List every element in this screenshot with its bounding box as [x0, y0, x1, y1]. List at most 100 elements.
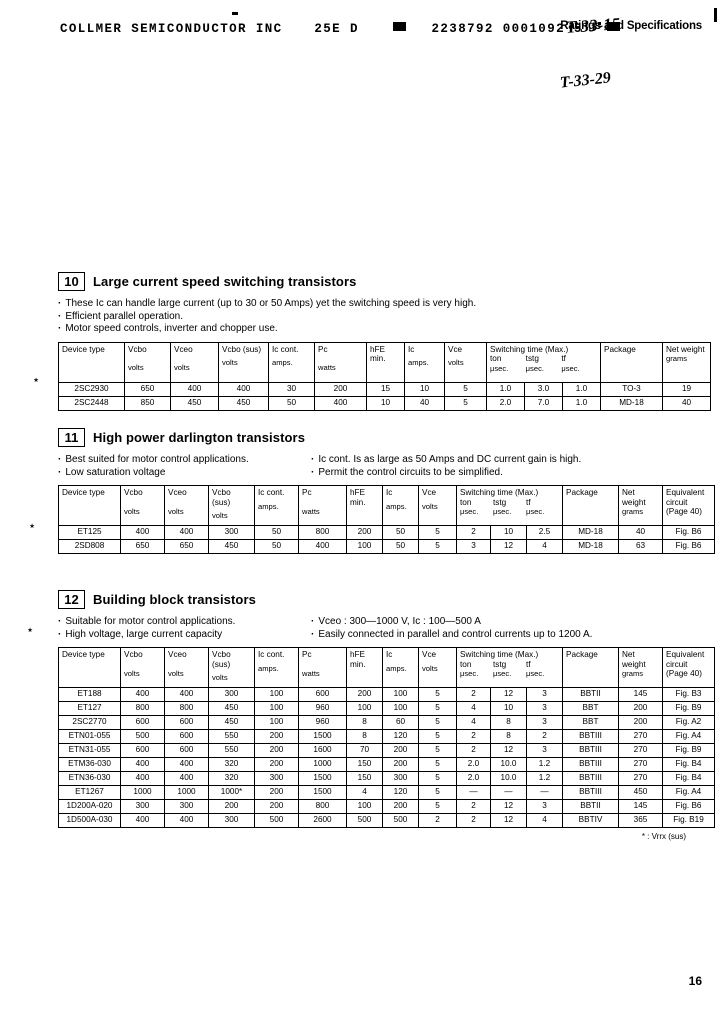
section-11-table-body: ET125 400 400 300 50 800 200 50 5 2 10 2…: [58, 525, 715, 555]
cell-vcbo-sus: 320: [208, 757, 255, 773]
cell-package: BBTIV: [562, 813, 619, 829]
bullet-item: Suitable for motor control applications.: [58, 616, 311, 629]
cell-ic-cont: 50: [254, 525, 299, 541]
section-12-title: Building block transistors: [93, 592, 256, 607]
cell-equiv: Fig. B6: [662, 539, 715, 555]
col-net-weight: Net weight grams: [662, 342, 711, 383]
section-11-number: 11: [58, 428, 85, 447]
col-net-weight: Net weight grams: [618, 647, 663, 689]
cell-vce: 5: [418, 757, 457, 773]
cell-vce: 5: [418, 729, 457, 745]
cell-vcbo-sus: 550: [208, 729, 255, 745]
cell-tf: 3: [526, 715, 563, 731]
cell-ic-cont: 200: [254, 799, 299, 815]
section-12-number: 12: [58, 590, 85, 609]
cell-device: ET127: [58, 701, 121, 717]
cell-package: BBTII: [562, 799, 619, 815]
cell-tstg: 12: [490, 743, 527, 759]
section-11-table: Device type Vcbo volts Vceo volts Vcbo (…: [58, 485, 715, 555]
section-11-heading: 11 High power darlington transistors: [58, 428, 690, 447]
cell-vceo: 450: [170, 396, 219, 411]
cell-vcbo: 650: [124, 382, 171, 397]
col-pc: Pc watts: [314, 342, 367, 383]
cell-vcbo: 800: [120, 701, 165, 717]
cell-vce: 5: [418, 701, 457, 717]
cell-hfe-min: 70: [346, 743, 383, 759]
cell-ic-cont: 100: [254, 687, 299, 703]
col-ton: ton μsec.: [460, 497, 479, 516]
cell-vceo: 300: [164, 799, 209, 815]
col-device-type: Device type: [58, 342, 125, 383]
cell-vcbo-sus: 550: [208, 743, 255, 759]
cell-weight: 200: [618, 701, 663, 717]
cell-device: 2SC2770: [58, 715, 121, 731]
section-11-title: High power darlington transistors: [93, 430, 306, 445]
cell-vcbo: 850: [124, 396, 171, 411]
cell-hfe-min: 4: [346, 785, 383, 801]
col-switching-time: Switching time (Max.) ton μsec. tstg μsec.…: [456, 647, 563, 689]
cell-vceo: 400: [170, 382, 219, 397]
cell-vceo: 600: [164, 715, 209, 731]
bullet-item: Ic cont. Is as large as 50 Amps and DC c…: [311, 454, 581, 467]
table-row: ETM36-030 400 400 320 200 1000 150 200 5 2.0 10.0 1…: [58, 757, 715, 773]
cell-ic: 100: [382, 701, 419, 717]
col-ic-cont: Ic cont. amps.: [254, 485, 299, 527]
cell-ton: —: [456, 785, 491, 801]
cell-ic: 200: [382, 743, 419, 759]
cell-vce: 5: [418, 525, 457, 541]
cell-pc: 1000: [298, 757, 347, 773]
cell-ton: 4: [456, 701, 491, 717]
cell-device: ET188: [58, 687, 121, 703]
cell-weight: 145: [618, 799, 663, 815]
cell-tf: 3: [526, 701, 563, 717]
col-ton: ton μsec.: [490, 354, 509, 373]
table-row: 2SC2770 600 600 450 100 960 8 60 5 4 8 3 BBT 200 Fig. …: [58, 715, 715, 731]
cell-hfe-min: 500: [346, 813, 383, 829]
cell-ic: 50: [382, 525, 419, 541]
cell-weight: 145: [618, 687, 663, 703]
cell-vceo: 600: [164, 743, 209, 759]
cell-ton: 2: [456, 813, 491, 829]
cell-equiv: Fig. B4: [662, 757, 715, 773]
col-tstg: tstg μsec.: [493, 659, 512, 678]
cell-device: ETN36-030: [58, 771, 121, 787]
cell-device: 2SC2930: [58, 382, 125, 397]
cell-weight: 63: [618, 539, 663, 555]
cell-pc: 1500: [298, 771, 347, 787]
cell-ton: 2: [456, 743, 491, 759]
col-tf: tf μsec.: [561, 354, 580, 373]
section-12-heading: 12 Building block transistors: [58, 590, 690, 609]
cell-package: BBT: [562, 715, 619, 731]
cell-vcbo-sus: 200: [208, 799, 255, 815]
section-10-number: 10: [58, 272, 85, 291]
cell-equiv: Fig. A4: [662, 785, 715, 801]
cell-vcbo: 1000: [120, 785, 165, 801]
cell-pc: 400: [298, 539, 347, 555]
cell-weight: 450: [618, 785, 663, 801]
cell-package: BBTIII: [562, 757, 619, 773]
cell-ic: 120: [382, 785, 419, 801]
cell-equiv: Fig. B9: [662, 701, 715, 717]
section-12-table: Device type Vcbo volts Vceo volts Vcbo (…: [58, 647, 715, 829]
cell-tf: 4: [526, 539, 563, 555]
cell-tstg: 8: [490, 715, 527, 731]
col-switching-time: Switching time (Max.) ton μsec. tstg μsec.…: [486, 342, 601, 383]
cell-tf: 1.0: [562, 382, 601, 397]
col-equivalent-circuit: Equivalent circuit (Page 40): [662, 647, 715, 689]
cell-vceo: 400: [164, 771, 209, 787]
cell-pc: 1500: [298, 729, 347, 745]
col-pc: Pc watts: [298, 647, 347, 689]
bullet-item: Motor speed controls, inverter and chopp…: [58, 323, 690, 336]
cell-vceo: 400: [164, 813, 209, 829]
cell-ton: 2: [456, 729, 491, 745]
cell-ton: 2: [456, 799, 491, 815]
cell-vce: 5: [444, 396, 487, 411]
margin-mark: ⋆: [26, 622, 35, 637]
cell-tstg: —: [490, 785, 527, 801]
bullet-item: Best suited for motor control applicatio…: [58, 454, 311, 467]
cell-weight: 270: [618, 757, 663, 773]
cell-vcbo: 300: [120, 799, 165, 815]
col-vceo: Vceo volts: [170, 342, 219, 383]
cell-device: ETN01-055: [58, 729, 121, 745]
col-vcbo-sus: Vcbo (sus) volts: [218, 342, 269, 383]
